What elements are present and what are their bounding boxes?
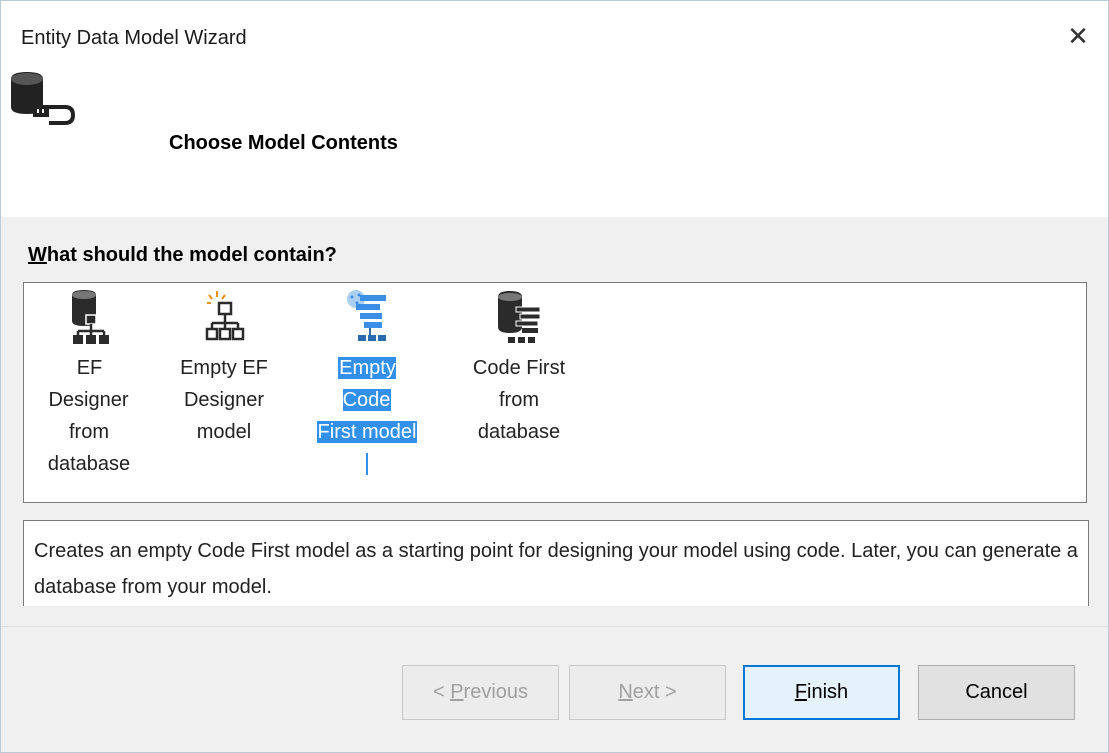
footer-divider bbox=[1, 626, 1108, 627]
wizard-window: Entity Data Model Wizard ✕ Choose Model … bbox=[0, 0, 1109, 753]
page-title: Choose Model Contents bbox=[169, 132, 398, 154]
close-icon: ✕ bbox=[1067, 20, 1089, 51]
next-button[interactable]: Next > bbox=[569, 665, 726, 720]
empty-ef-designer-model-icon bbox=[205, 291, 245, 341]
close-button[interactable]: ✕ bbox=[1063, 21, 1093, 51]
code-first-from-database-icon bbox=[498, 291, 541, 343]
description-box: Creates an empty Code First model as a s… bbox=[23, 520, 1089, 606]
previous-button[interactable]: < Previous bbox=[402, 665, 559, 720]
window-title: Entity Data Model Wizard bbox=[21, 27, 247, 49]
wizard-header: Entity Data Model Wizard ✕ Choose Model … bbox=[1, 1, 1108, 217]
accesskey-w: W bbox=[28, 244, 47, 266]
model-contents-label-text: hat should the model contain? bbox=[46, 244, 337, 266]
model-type-list[interactable]: EF Designer from database Empty EF Desig… bbox=[23, 282, 1087, 503]
ef-designer-from-database-icon bbox=[72, 290, 109, 344]
cancel-button[interactable]: Cancel bbox=[918, 665, 1075, 720]
model-contents-label: What should the model contain? bbox=[28, 244, 337, 267]
option-label: EF Designer from database bbox=[47, 357, 131, 475]
finish-button[interactable]: Finish bbox=[743, 665, 900, 720]
empty-code-first-model-icon bbox=[347, 290, 386, 341]
option-label: Empty EF Designer model bbox=[180, 357, 268, 443]
description-text: Creates an empty Code First model as a s… bbox=[34, 540, 1078, 598]
option-label: Empty Code First model bbox=[312, 352, 422, 480]
database-connector-icon bbox=[11, 72, 76, 125]
option-label: Code First from database bbox=[472, 357, 566, 443]
